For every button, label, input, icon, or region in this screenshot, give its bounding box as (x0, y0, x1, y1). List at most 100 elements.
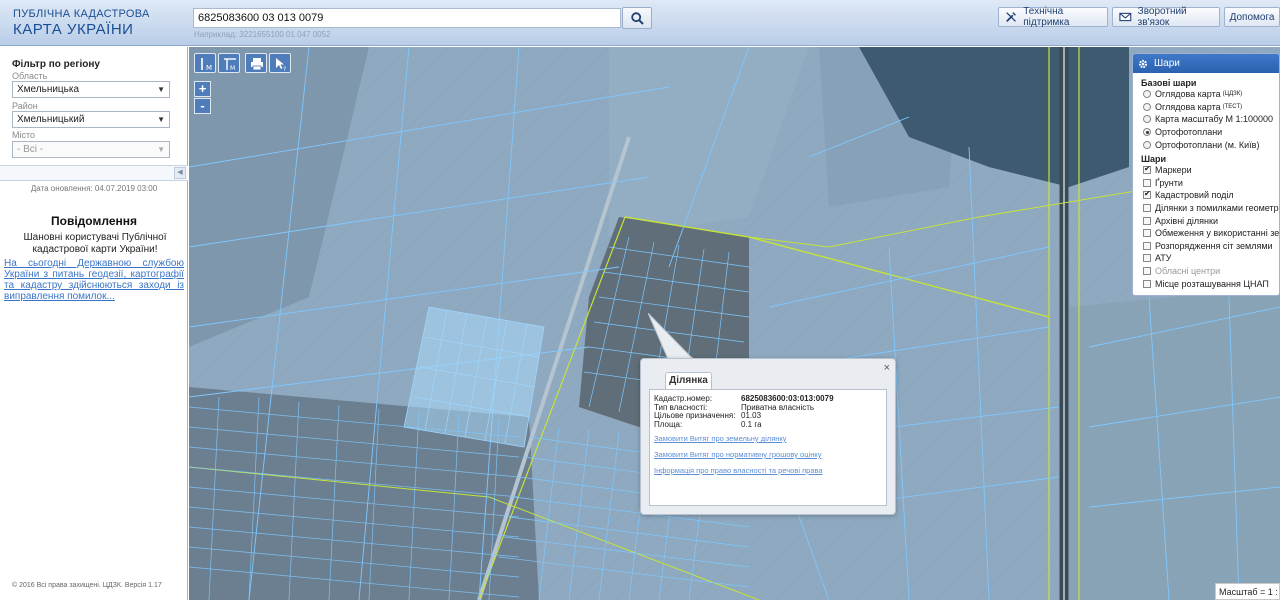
order-valuation-link[interactable]: Замовити Витяг про нормативну грошову оц… (654, 450, 821, 459)
district-select[interactable]: Хмельницький ▼ (12, 111, 170, 128)
dropdown-arrow-icon: ▼ (157, 115, 165, 124)
radio-button[interactable] (1143, 128, 1151, 137)
area-value: 0.1 га (741, 419, 762, 429)
svg-text:M: M (230, 65, 235, 72)
checkbox[interactable] (1143, 254, 1151, 263)
sidebar: Фільтр по регіону Область Хмельницька ▼ … (0, 47, 188, 600)
overlay-layer-option[interactable]: Розпорядження сіт землями (1143, 240, 1279, 253)
checkbox[interactable] (1143, 178, 1151, 187)
order-extract-link[interactable]: Замовити Витяг про земельну ділянку (654, 434, 787, 443)
layer-label: Обмеження у використанні земель (1155, 228, 1280, 239)
identify-button[interactable]: ? (269, 53, 291, 73)
brand-line1: ПУБЛІЧНА КАДАСТРОВА (13, 8, 150, 20)
layer-label: Оглядова карта (1155, 89, 1221, 100)
overlay-layer-option[interactable]: Ґрунти (1143, 177, 1279, 190)
base-layer-option[interactable]: Карта масштабу М 1:100000 (1143, 113, 1279, 126)
base-layer-option[interactable]: Оглядова карта (ТЕСТ) (1143, 101, 1279, 114)
checkbox[interactable] (1143, 189, 1151, 200)
layer-label: Оглядова карта (1155, 101, 1221, 112)
search-button[interactable] (622, 7, 652, 29)
layers-header[interactable]: Шари (1133, 54, 1279, 73)
zoom-in-button[interactable]: + (194, 81, 211, 97)
region-label: Область (12, 71, 48, 81)
close-icon[interactable]: × (884, 362, 890, 374)
region-select[interactable]: Хмельницька ▼ (12, 81, 170, 98)
layer-label: Ортофотоплани (м. Київ) (1155, 139, 1260, 150)
overlay-layer-option[interactable]: Обмеження у використанні земель (1143, 227, 1279, 240)
zoom-out-button[interactable]: - (194, 98, 211, 114)
dropdown-arrow-icon: ▼ (157, 145, 165, 154)
overlay-layer-option[interactable]: Ділянки з помилками геометрії (1143, 202, 1279, 215)
cursor-question-icon: ? (276, 58, 286, 72)
support-button[interactable]: Технічна підтримка (998, 6, 1108, 28)
overlay-layer-option[interactable]: Архівні ділянки (1143, 214, 1279, 227)
tab-parcel[interactable]: Ділянка (665, 372, 712, 389)
map-scale: Масштаб = 1 : 8000 (1215, 583, 1280, 600)
measure-distance-button[interactable]: M (194, 53, 216, 73)
collapse-bar: ◀ (0, 165, 188, 181)
help-label: Допомога (1229, 11, 1275, 23)
checkbox[interactable] (1143, 164, 1151, 175)
overlay-layer-option[interactable]: АТУ (1143, 252, 1279, 265)
overlay-layers-list: МаркериҐрунти Кадастровий поділ Ділянки з … (1133, 164, 1279, 290)
radio-button[interactable] (1143, 140, 1151, 149)
brand-logo[interactable]: ПУБЛІЧНА КАДАСТРОВА КАРТА УКРАЇНИ (13, 8, 150, 38)
overlay-layer-option[interactable]: Кадастровий поділ (1143, 189, 1279, 202)
gear-icon (1138, 59, 1148, 68)
update-date: Дата оновлення: 04.07.2019 03:00 (30, 184, 158, 193)
checkbox[interactable] (1143, 267, 1151, 276)
overlay-layer-option[interactable]: Місце розташування ЦНАП (1143, 277, 1279, 290)
radio-button[interactable] (1143, 115, 1151, 124)
help-button[interactable]: Допомога (1224, 7, 1280, 27)
layer-label: Місце розташування ЦНАП (1155, 278, 1269, 289)
layer-label: Розпорядження сіт землями (1155, 240, 1273, 251)
radio-button[interactable] (1143, 102, 1151, 111)
layer-label: Маркери (1155, 165, 1192, 176)
checkbox[interactable] (1143, 216, 1151, 225)
collapse-sidebar-button[interactable]: ◀ (174, 167, 186, 179)
city-select[interactable]: - Всі - ▼ (12, 141, 170, 158)
svg-text:?: ? (283, 66, 286, 72)
overlay-layer-option[interactable]: Маркери (1143, 164, 1279, 177)
overlay-layer-option[interactable]: Обласні центри (1143, 265, 1279, 278)
map-view[interactable]: M M ? + - Шари Базові шари Оглядова карт… (189, 47, 1280, 600)
base-layers-list: Оглядова карта (ЦДЗК) Оглядова карта (ТЕСТ)… (1133, 88, 1279, 151)
base-layer-option[interactable]: Оглядова карта (ЦДЗК) (1143, 88, 1279, 101)
notice-link[interactable]: На сьогодні Державною службою України з … (4, 258, 184, 302)
search-input[interactable] (193, 8, 621, 28)
layer-label: Ділянки з помилками геометрії (1155, 203, 1280, 214)
feedback-button[interactable]: Зворотний зв'язок (1112, 6, 1220, 28)
notice-text: Шановні користувачі Публічної кадастрово… (23, 232, 167, 255)
parcel-info: Кадастр.номер: 6825083600:03:013:0079 Ти… (649, 389, 887, 506)
field-key: Площа: (654, 419, 683, 429)
base-layer-option[interactable]: Ортофотоплани (м. Київ) (1143, 138, 1279, 151)
checkbox[interactable] (1143, 229, 1151, 238)
overlay-layers-title: Шари (1141, 153, 1167, 164)
radio-button[interactable] (1143, 90, 1151, 99)
ownership-info-link[interactable]: Інформація про право власності та речові… (654, 466, 823, 475)
parcel-popup: × Ділянка Кадастр.номер: 6825083600:03:0… (640, 358, 896, 515)
ruler-icon: M (201, 58, 212, 72)
area-icon: M (224, 58, 236, 72)
copyright: © 2016 Всі права захищені. ЦДЗК. Версія … (12, 582, 162, 589)
layer-sup: (ТЕСТ) (1222, 103, 1243, 110)
layer-label: Архівні ділянки (1155, 215, 1218, 226)
printer-icon (251, 58, 263, 71)
layer-label: Кадастровий поділ (1155, 190, 1234, 201)
checkbox[interactable] (1143, 204, 1151, 213)
print-button[interactable] (245, 53, 267, 73)
checkbox[interactable] (1143, 279, 1151, 288)
map-toolbar: M M ? (194, 53, 294, 73)
tools-icon (1006, 12, 1016, 22)
filter-title: Фільтр по регіону (12, 59, 100, 70)
field-row: Площа: 0.1 га (654, 419, 834, 430)
svg-text:M: M (206, 64, 212, 72)
zoom-control: + - (194, 81, 211, 115)
region-value: Хмельницька (17, 84, 80, 95)
measure-area-button[interactable]: M (218, 53, 240, 73)
base-layer-option[interactable]: Ортофотоплани (1143, 126, 1279, 139)
checkbox[interactable] (1143, 241, 1151, 250)
orthophoto-map[interactable] (189, 47, 1280, 600)
dropdown-arrow-icon: ▼ (157, 85, 165, 94)
mail-icon (1119, 12, 1132, 22)
